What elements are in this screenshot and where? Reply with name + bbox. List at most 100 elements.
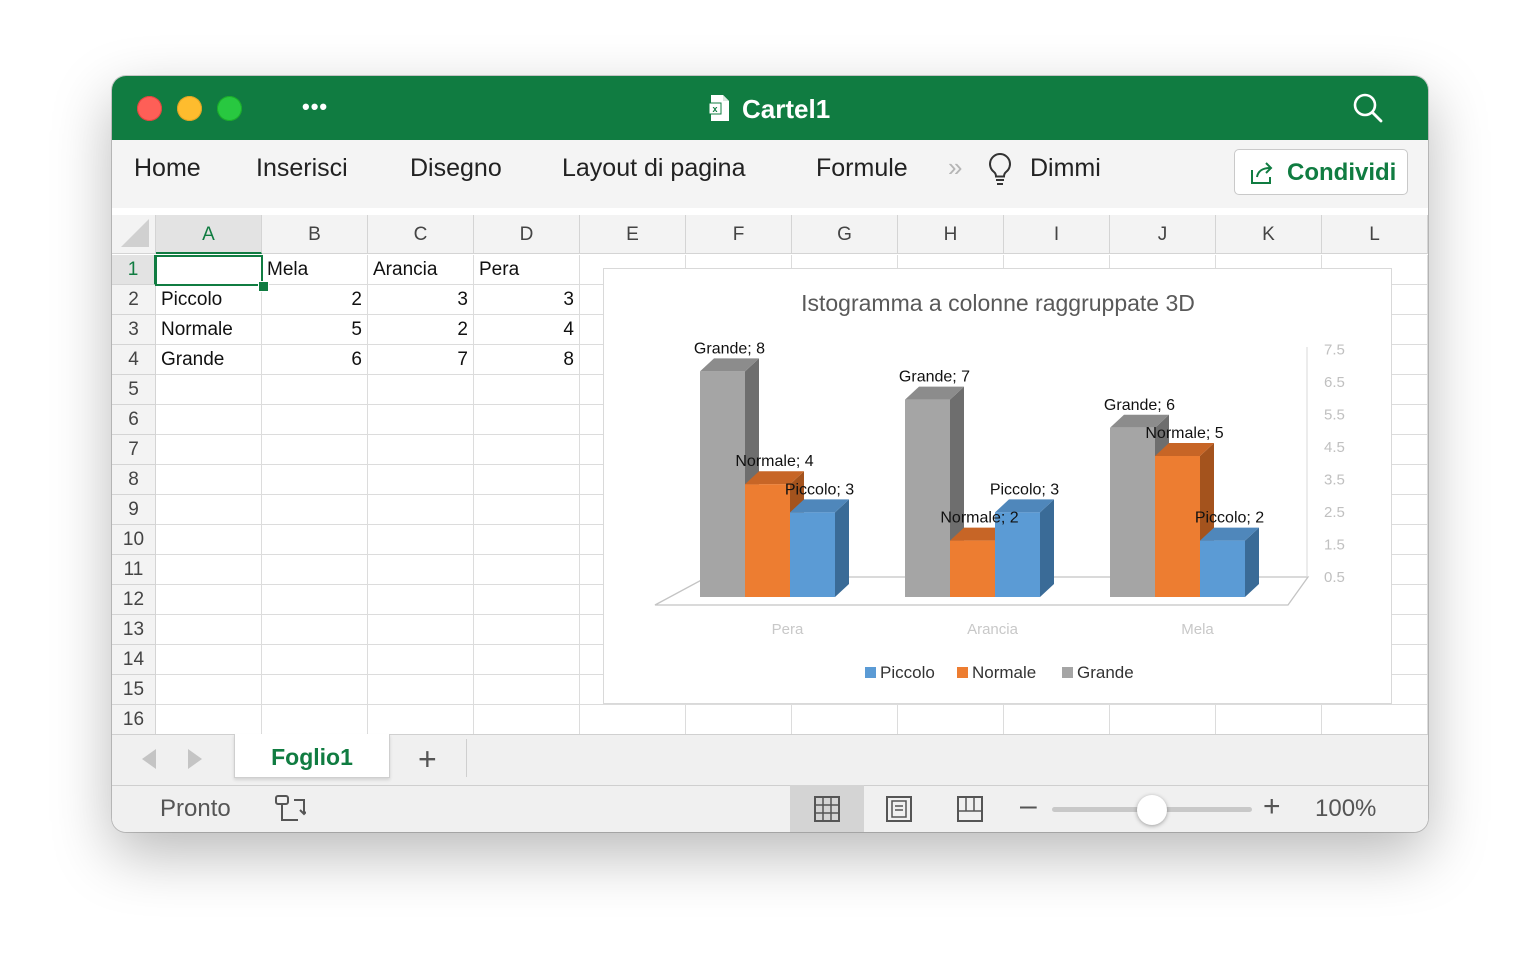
- cell-d13[interactable]: [474, 615, 580, 645]
- cell-h16[interactable]: [898, 705, 1004, 734]
- more-tabs-chevron-icon[interactable]: »: [948, 152, 962, 183]
- cell-a5[interactable]: [156, 375, 262, 405]
- cell-a6[interactable]: [156, 405, 262, 435]
- column-header-c[interactable]: C: [368, 215, 474, 254]
- column-header-i[interactable]: I: [1004, 215, 1110, 254]
- cell-c3[interactable]: 2: [368, 315, 474, 345]
- cell-d8[interactable]: [474, 465, 580, 495]
- select-all-button[interactable]: [112, 215, 156, 254]
- cell-b11[interactable]: [262, 555, 368, 585]
- cell-e16[interactable]: [580, 705, 686, 734]
- cell-c6[interactable]: [368, 405, 474, 435]
- fill-handle[interactable]: [258, 281, 269, 292]
- cell-b2[interactable]: 2: [262, 285, 368, 315]
- cell-b3[interactable]: 5: [262, 315, 368, 345]
- row-header-7[interactable]: 7: [112, 435, 156, 465]
- cell-b15[interactable]: [262, 675, 368, 705]
- column-header-k[interactable]: K: [1216, 215, 1322, 254]
- row-header-9[interactable]: 9: [112, 495, 156, 525]
- tab-layout-di-pagina[interactable]: Layout di pagina: [562, 154, 745, 183]
- cell-a2[interactable]: Piccolo: [156, 285, 262, 315]
- row-header-5[interactable]: 5: [112, 375, 156, 405]
- cell-c16[interactable]: [368, 705, 474, 734]
- cell-a10[interactable]: [156, 525, 262, 555]
- cell-c9[interactable]: [368, 495, 474, 525]
- minimize-button[interactable]: [177, 96, 202, 121]
- zoom-in-button[interactable]: +: [1263, 790, 1281, 824]
- cell-a7[interactable]: [156, 435, 262, 465]
- row-header-4[interactable]: 4: [112, 345, 156, 375]
- tab-formule[interactable]: Formule: [816, 154, 908, 183]
- next-sheet-arrow-icon[interactable]: [188, 749, 202, 769]
- cell-b7[interactable]: [262, 435, 368, 465]
- more-options-button[interactable]: •••: [302, 94, 328, 120]
- row-header-16[interactable]: 16: [112, 705, 156, 734]
- cell-d6[interactable]: [474, 405, 580, 435]
- previous-sheet-arrow-icon[interactable]: [142, 749, 156, 769]
- tab-inserisci[interactable]: Inserisci: [256, 154, 348, 183]
- cell-d10[interactable]: [474, 525, 580, 555]
- row-header-14[interactable]: 14: [112, 645, 156, 675]
- cell-d15[interactable]: [474, 675, 580, 705]
- cell-a4[interactable]: Grande: [156, 345, 262, 375]
- cell-a8[interactable]: [156, 465, 262, 495]
- macro-recording-icon[interactable]: [274, 794, 306, 824]
- cell-d12[interactable]: [474, 585, 580, 615]
- cell-b4[interactable]: 6: [262, 345, 368, 375]
- zoom-slider[interactable]: [1052, 795, 1252, 825]
- cell-c11[interactable]: [368, 555, 474, 585]
- cell-d3[interactable]: 4: [474, 315, 580, 345]
- cell-b14[interactable]: [262, 645, 368, 675]
- share-button[interactable]: Condividi: [1234, 149, 1408, 195]
- cell-b13[interactable]: [262, 615, 368, 645]
- cell-c1[interactable]: Arancia: [368, 255, 474, 285]
- add-sheet-button[interactable]: +: [418, 741, 437, 778]
- zoom-out-button[interactable]: –: [1020, 789, 1037, 823]
- column-header-d[interactable]: D: [474, 215, 580, 254]
- cell-i16[interactable]: [1004, 705, 1110, 734]
- tab-home[interactable]: Home: [134, 154, 201, 183]
- cell-a13[interactable]: [156, 615, 262, 645]
- column-header-g[interactable]: G: [792, 215, 898, 254]
- tab-disegno[interactable]: Disegno: [410, 154, 502, 183]
- cell-d5[interactable]: [474, 375, 580, 405]
- cell-d14[interactable]: [474, 645, 580, 675]
- cell-f16[interactable]: [686, 705, 792, 734]
- cell-c15[interactable]: [368, 675, 474, 705]
- cell-k16[interactable]: [1216, 705, 1322, 734]
- cell-c13[interactable]: [368, 615, 474, 645]
- normal-view-button[interactable]: [790, 785, 864, 832]
- column-header-f[interactable]: F: [686, 215, 792, 254]
- cell-b5[interactable]: [262, 375, 368, 405]
- row-header-6[interactable]: 6: [112, 405, 156, 435]
- cell-c2[interactable]: 3: [368, 285, 474, 315]
- cell-c14[interactable]: [368, 645, 474, 675]
- row-header-15[interactable]: 15: [112, 675, 156, 705]
- zoom-percentage[interactable]: 100%: [1315, 795, 1376, 823]
- tell-me-search[interactable]: Dimmi: [1030, 154, 1101, 183]
- cell-a3[interactable]: Normale: [156, 315, 262, 345]
- column-header-h[interactable]: H: [898, 215, 1004, 254]
- sheet-tab-foglio1[interactable]: Foglio1: [234, 734, 390, 778]
- cell-c4[interactable]: 7: [368, 345, 474, 375]
- worksheet-grid[interactable]: ABCDEFGHIJKL 1 2 3 4 5 6 7 8 9 10 11 12 13 14 15 16 Mel…: [112, 208, 1428, 734]
- row-header-13[interactable]: 13: [112, 615, 156, 645]
- cell-c5[interactable]: [368, 375, 474, 405]
- cell-c10[interactable]: [368, 525, 474, 555]
- cell-a11[interactable]: [156, 555, 262, 585]
- close-button[interactable]: [137, 96, 162, 121]
- cell-a12[interactable]: [156, 585, 262, 615]
- cell-c12[interactable]: [368, 585, 474, 615]
- lightbulb-icon[interactable]: [987, 152, 1013, 188]
- zoom-slider-thumb[interactable]: [1137, 795, 1167, 825]
- row-header-12[interactable]: 12: [112, 585, 156, 615]
- zoom-button[interactable]: [217, 96, 242, 121]
- cell-a15[interactable]: [156, 675, 262, 705]
- cell-b10[interactable]: [262, 525, 368, 555]
- chart-3d-clustered-column[interactable]: Istogramma a colonne raggruppate 3D 0.5 1…: [603, 268, 1392, 704]
- row-header-2[interactable]: 2: [112, 285, 156, 315]
- page-layout-view-icon[interactable]: [885, 795, 913, 823]
- cell-c8[interactable]: [368, 465, 474, 495]
- cell-d7[interactable]: [474, 435, 580, 465]
- page-break-view-icon[interactable]: [956, 795, 984, 823]
